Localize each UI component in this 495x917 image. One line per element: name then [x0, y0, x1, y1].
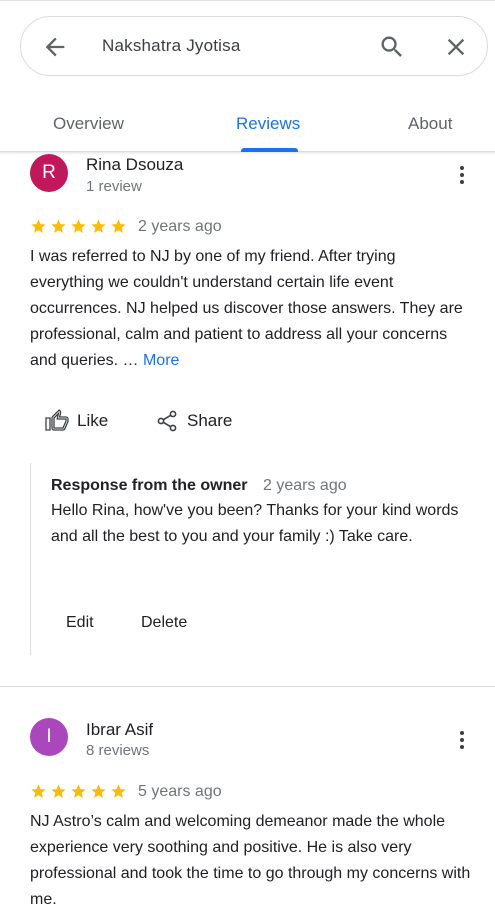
avatar[interactable]: I: [30, 718, 68, 756]
delete-response-button[interactable]: Delete: [141, 614, 187, 632]
star-icon: [91, 784, 106, 798]
tab-reviews[interactable]: Reviews: [236, 114, 300, 134]
reviewer-name[interactable]: Ibrar Asif: [86, 720, 153, 740]
star-icon: [31, 219, 46, 233]
reviewer-name[interactable]: Rina Dsouza: [86, 155, 183, 175]
review-body: I was referred to NJ by one of my friend…: [30, 248, 463, 369]
thumb-up-icon: [45, 409, 69, 431]
like-button[interactable]: Like: [45, 409, 108, 433]
edit-response-button[interactable]: Edit: [66, 614, 94, 632]
star-rating: [30, 218, 127, 235]
avatar[interactable]: R: [30, 154, 68, 192]
header-shadow: [0, 152, 495, 155]
owner-response-border: [30, 463, 31, 655]
review-date: 2 years ago: [138, 218, 222, 235]
review-text: I was referred to NJ by one of my friend…: [30, 244, 470, 374]
close-icon[interactable]: [442, 33, 470, 61]
tab-about[interactable]: About: [408, 114, 452, 134]
top-border: [0, 0, 495, 1]
star-icon: [51, 219, 66, 233]
star-icon: [31, 784, 46, 798]
more-link[interactable]: More: [143, 352, 179, 369]
star-icon: [71, 784, 86, 798]
star-icon: [91, 219, 106, 233]
search-query[interactable]: Nakshatra Jyotisa: [102, 36, 241, 56]
more-vert-icon[interactable]: [450, 163, 474, 187]
search-icon[interactable]: [378, 33, 406, 61]
star-rating: [30, 783, 127, 800]
review-date: 5 years ago: [138, 783, 222, 800]
tab-overview[interactable]: Overview: [53, 114, 124, 134]
star-icon: [111, 784, 126, 798]
owner-response-title: Response from the owner: [51, 477, 248, 494]
star-icon: [71, 219, 86, 233]
reviewer-review-count: 1 review: [86, 178, 142, 195]
owner-response-date: 2 years ago: [263, 477, 347, 494]
star-icon: [51, 784, 66, 798]
owner-response-text: Hello Rina, how've you been? Thanks for …: [51, 502, 459, 545]
share-icon: [157, 410, 177, 432]
more-vert-icon[interactable]: [450, 728, 474, 752]
tab-bar: Overview Reviews About: [0, 100, 495, 152]
review-divider: [0, 686, 495, 687]
like-label: Like: [77, 411, 109, 430]
reviewer-review-count: 8 reviews: [86, 742, 150, 759]
search-bar[interactable]: Nakshatra Jyotisa: [20, 16, 488, 76]
star-icon: [111, 219, 126, 233]
share-label: Share: [187, 411, 233, 430]
arrow-left-icon[interactable]: [41, 33, 69, 61]
share-button[interactable]: Share: [155, 409, 232, 433]
review-text: NJ Astro’s calm and welcoming demeanor m…: [30, 813, 471, 908]
